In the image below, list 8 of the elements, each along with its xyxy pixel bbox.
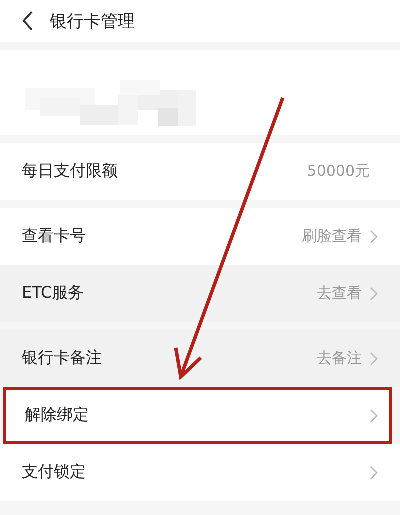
settings-row[interactable]: 解除绑定 (3, 387, 392, 444)
settings-row[interactable]: 银行卡备注 去备注 (0, 330, 400, 387)
settings-row[interactable]: 查看卡号 刷脸查看 (0, 208, 400, 265)
settings-row[interactable]: ETC服务 去查看 (0, 265, 400, 322)
settings-row[interactable]: 每日支付限额 50000元 (0, 143, 400, 200)
settings-row[interactable]: 支付锁定 (0, 444, 400, 501)
back-icon[interactable] (22, 11, 34, 31)
page-title: 银行卡管理 (50, 10, 135, 32)
